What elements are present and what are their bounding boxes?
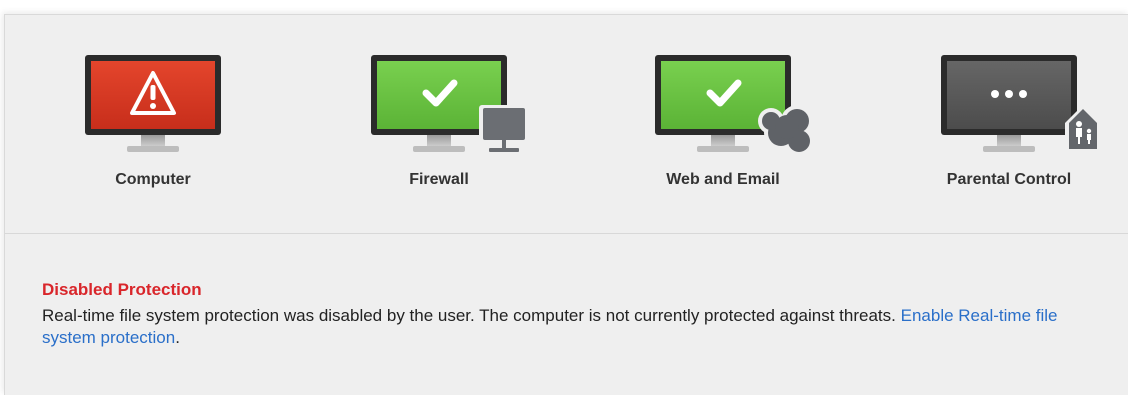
tile-computer[interactable]: Computer bbox=[53, 15, 253, 225]
tile-parental-control[interactable]: Parental Control bbox=[909, 15, 1109, 225]
tile-web-and-email[interactable]: Web and Email bbox=[623, 15, 823, 225]
alert-message: Real-time file system protection was dis… bbox=[42, 306, 896, 325]
alert-message-block: Real-time file system protection was dis… bbox=[42, 305, 1102, 349]
alert-trailing-period: . bbox=[175, 328, 180, 347]
ellipsis-icon bbox=[991, 90, 1027, 98]
cloud-icon bbox=[758, 105, 814, 156]
monitor-icon bbox=[941, 55, 1101, 153]
protection-status-panel: Computer Firewall Web and Email Parental… bbox=[4, 14, 1128, 395]
monitor-icon bbox=[371, 55, 529, 152]
tile-label: Parental Control bbox=[946, 171, 1072, 188]
tile-label: Firewall bbox=[409, 171, 469, 188]
tile-label: Computer bbox=[115, 171, 191, 188]
network-monitor-icon bbox=[479, 105, 529, 152]
alert-title: Disabled Protection bbox=[42, 280, 202, 299]
tile-label: Web and Email bbox=[666, 171, 780, 188]
tile-firewall[interactable]: Firewall bbox=[339, 15, 539, 225]
monitor-icon bbox=[655, 55, 814, 156]
monitor-icon bbox=[85, 55, 221, 152]
section-divider bbox=[5, 233, 1128, 234]
